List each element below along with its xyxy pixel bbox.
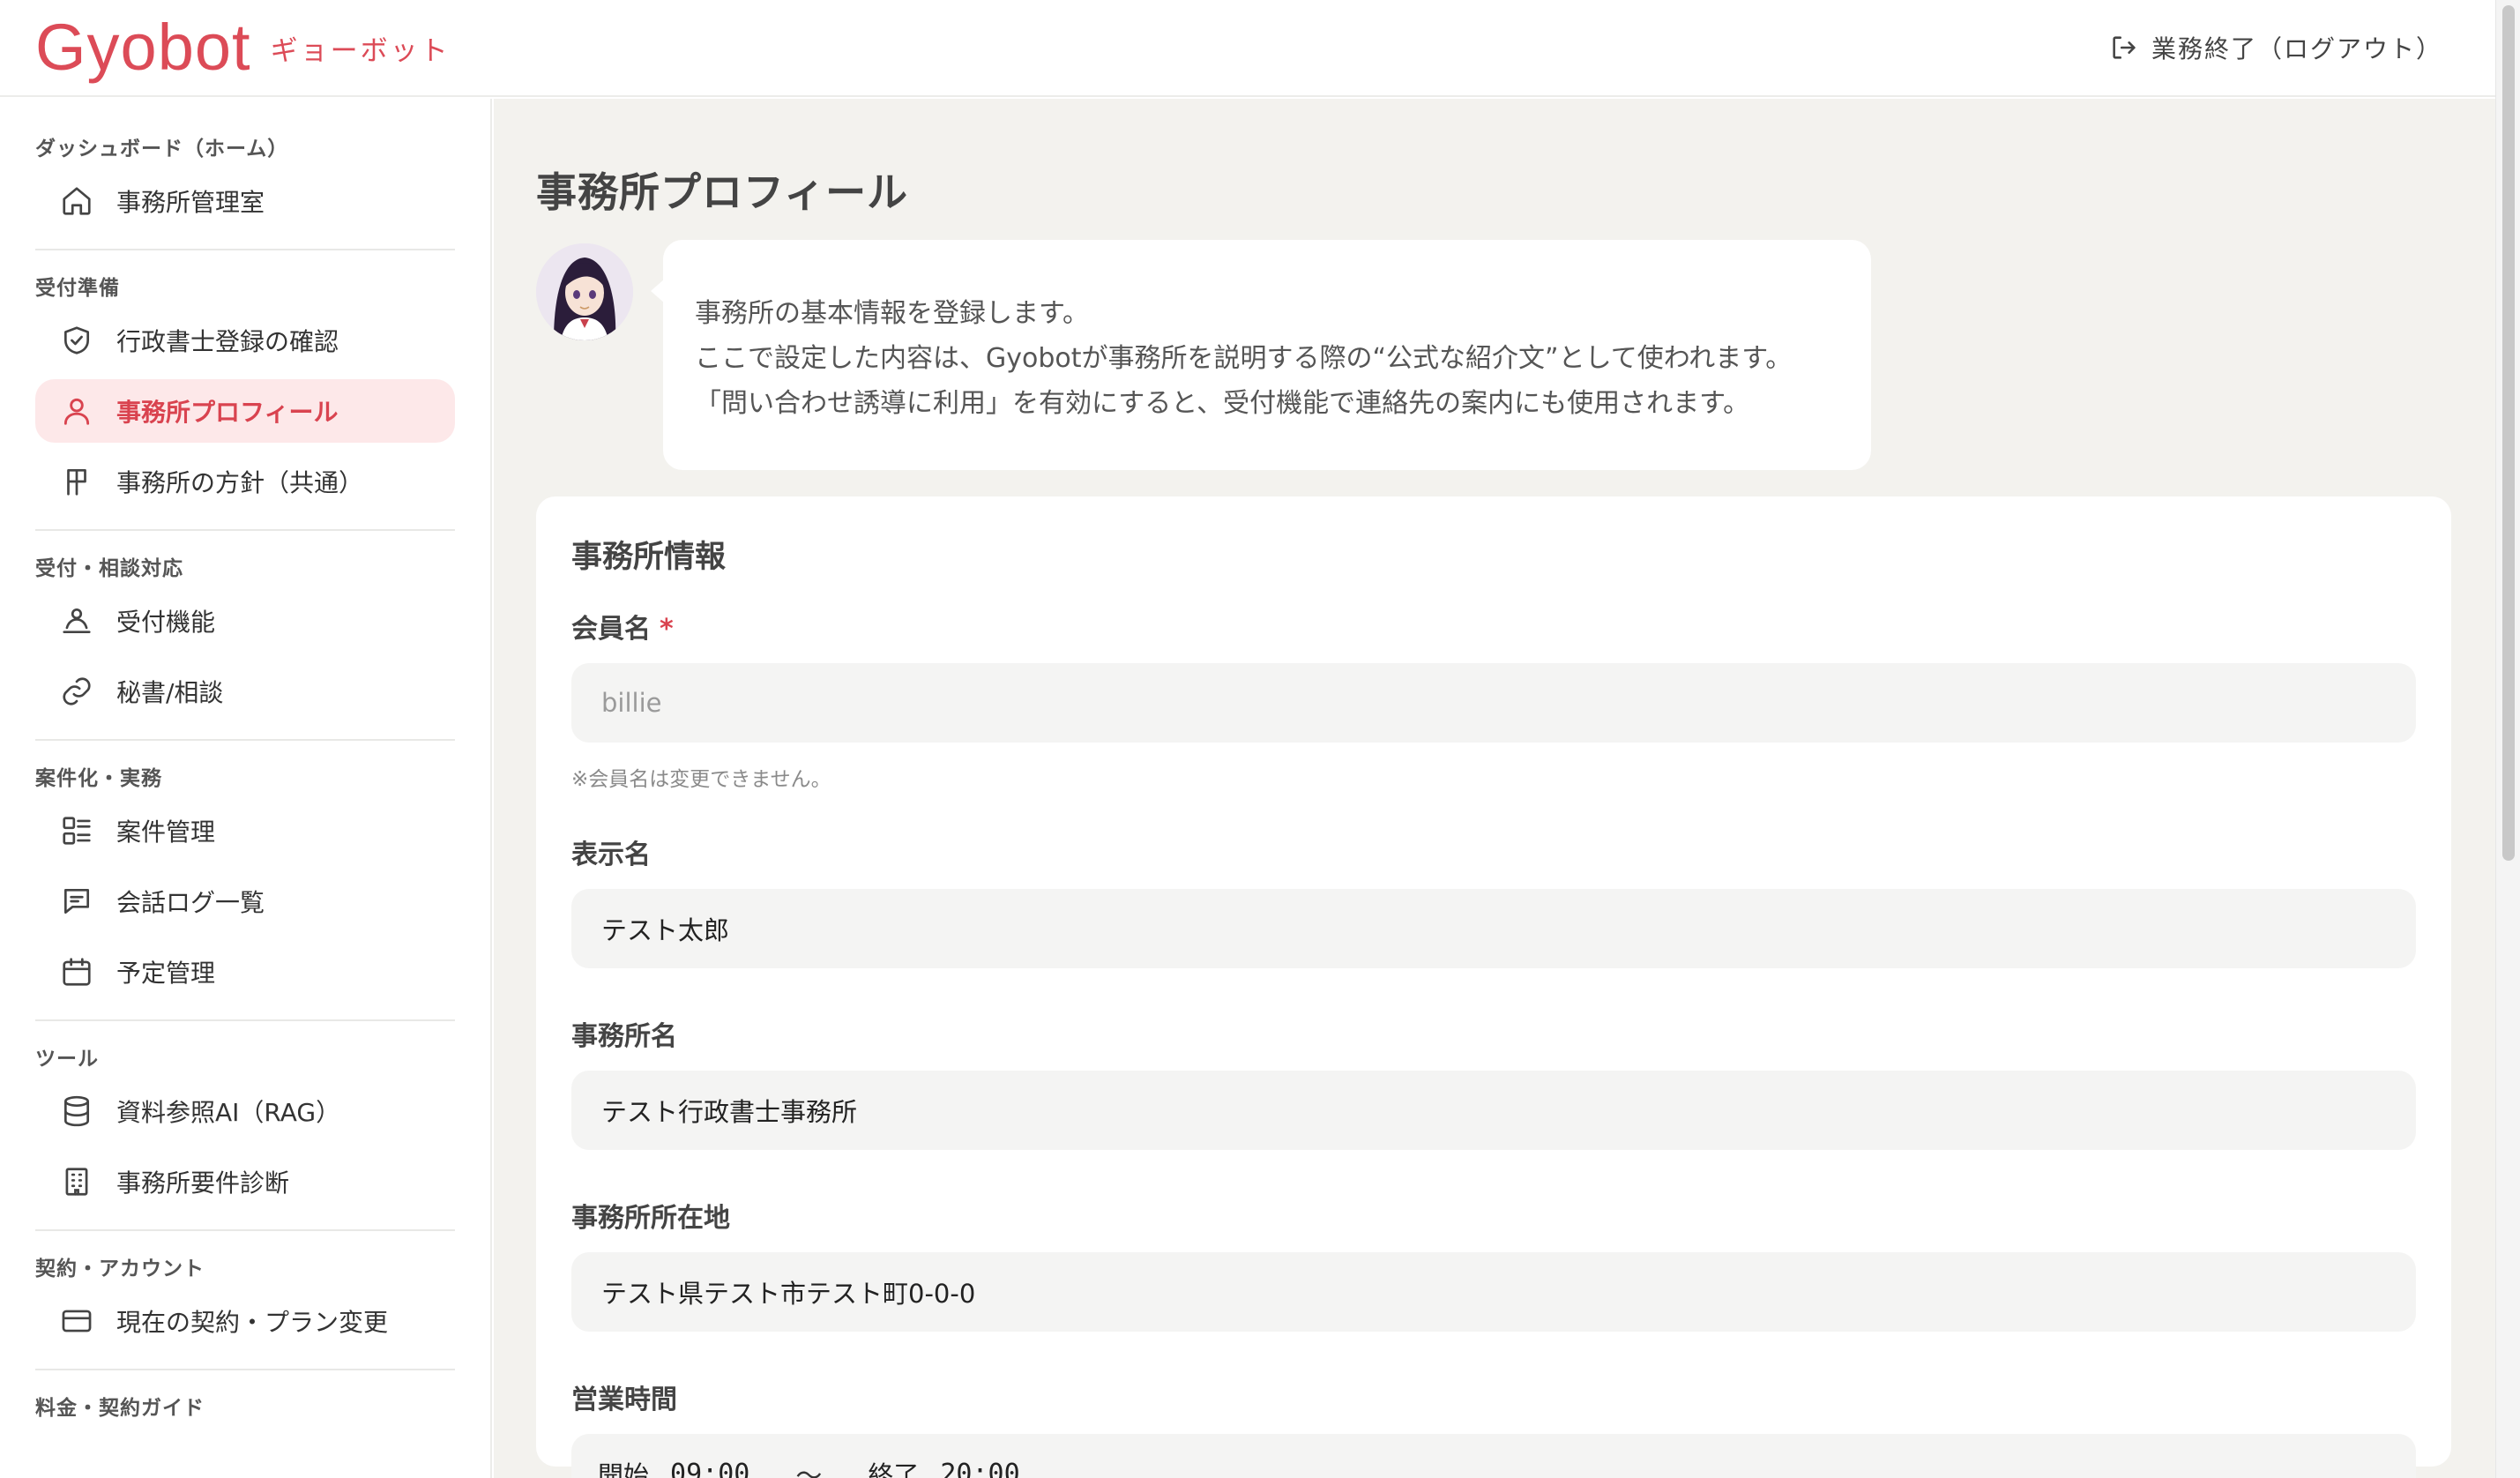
sidebar-item-chat-logs[interactable]: 会話ログ一覧 [35, 870, 455, 933]
sidebar-item-diagnosis[interactable]: 事務所要件診断 [35, 1150, 455, 1213]
business-hours-row: 開始 09:00 〜 終了 20:00 [571, 1434, 2416, 1478]
end-label: 終了 [868, 1460, 920, 1478]
logout-icon [2113, 36, 2136, 59]
office-info-card: 事務所情報 会員名 * billie ※会員名は変更できません。 表示名 テスト太… [536, 496, 2451, 1478]
required-mark: * [660, 614, 674, 645]
page-scrollbar[interactable] [2495, 0, 2520, 1478]
logout-label: 業務終了（ログアウト） [2151, 34, 2442, 63]
database-icon [63, 1095, 90, 1127]
office-name-label: 事務所名 [571, 1021, 677, 1052]
sidebar-divider [35, 1019, 455, 1021]
brand-logo: Gyobot [35, 11, 251, 84]
page-title: 事務所プロフィール [536, 168, 909, 216]
calendar-icon [63, 958, 91, 986]
building-icon [65, 1168, 88, 1196]
main-content: 事務所プロフィール 事務所の基本情報を登録します。 ここで設定した内容は、Gyo [494, 99, 2495, 1478]
intro-message: 事務所の基本情報を登録します。 ここで設定した内容は、Gyobotが事務所を説明… [536, 240, 2453, 470]
top-header: Gyobot ギョーボット 業務終了（ログアウト） [0, 0, 2495, 97]
sidebar-divider [35, 249, 455, 250]
sidebar-item-office-profile[interactable]: 事務所プロフィール [35, 379, 455, 443]
sidebar-item-label: 事務所の方針（共通） [116, 468, 364, 497]
sidebar-item-label: 事務所プロフィール [116, 398, 339, 427]
sidebar-item-rag[interactable]: 資料参照AI（RAG） [35, 1079, 455, 1143]
brand-subtitle: ギョーボット [270, 34, 451, 67]
member-name-field: billie [571, 663, 2416, 743]
section-label-prep: 受付準備 [35, 277, 120, 300]
credit-card-icon [62, 1310, 92, 1332]
end-time-input[interactable]: 20:00 [940, 1459, 1019, 1478]
receptionist-icon [63, 608, 91, 634]
business-hours-label: 営業時間 [571, 1385, 677, 1415]
sidebar-divider [35, 529, 455, 531]
sidebar-item-label: 事務所要件診断 [116, 1168, 290, 1198]
sidebar-item-label: 行政書士登録の確認 [116, 327, 339, 356]
sidebar-divider [35, 739, 455, 741]
start-time-input[interactable]: 09:00 [670, 1459, 749, 1478]
section-label-contract: 契約・アカウント [35, 1258, 205, 1280]
sidebar-item-label: 事務所管理室 [116, 188, 265, 217]
sidebar-item-label: 案件管理 [116, 817, 216, 847]
intro-line: 「問い合わせ誘導に利用」を有効にすると、受付機能で連絡先の案内にも使用されます。 [695, 388, 1750, 419]
app-root: Gyobot ギョーボット 業務終了（ログアウト） ダッシュボード（ホーム） 事… [0, 0, 2520, 1478]
sidebar-item-label: 資料参照AI（RAG） [116, 1098, 341, 1127]
sidebar: ダッシュボード（ホーム） 事務所管理室 受付準備 行政書士登録の確認 事務所プロ… [0, 99, 492, 1478]
assistant-avatar-image [536, 243, 633, 340]
logout-button[interactable]: 業務終了（ログアウト） [2109, 30, 2442, 65]
member-name-label-text: 会員名 [571, 614, 651, 645]
sidebar-item-label: 秘書/相談 [116, 678, 224, 707]
user-icon [63, 398, 90, 425]
sidebar-item-secretary[interactable]: 秘書/相談 [35, 660, 455, 723]
shield-check-icon [63, 326, 90, 355]
sidebar-divider [35, 1369, 455, 1370]
sidebar-item-office-policy[interactable]: 事務所の方針（共通） [35, 450, 455, 513]
sidebar-item-office-room[interactable]: 事務所管理室 [35, 169, 455, 233]
office-name-field[interactable]: テスト行政書士事務所 [571, 1071, 2416, 1150]
intro-line: 事務所の基本情報を登録します。 [695, 298, 1089, 329]
assistant-avatar [536, 243, 633, 340]
chat-icon [63, 888, 90, 914]
sidebar-item-label: 受付機能 [116, 608, 216, 637]
sidebar-item-label: 現在の契約・プラン変更 [116, 1308, 389, 1337]
intro-bubble: 事務所の基本情報を登録します。 ここで設定した内容は、Gyobotが事務所を説明… [651, 240, 1871, 470]
sidebar-divider [35, 1229, 455, 1231]
start-label: 開始 [598, 1460, 650, 1478]
section-label-dashboard: ダッシュボード（ホーム） [35, 138, 289, 160]
section-label-pricing-guide[interactable]: 料金・契約ガイド [35, 1393, 455, 1423]
sidebar-item-label: 予定管理 [116, 959, 216, 988]
signpost-icon [67, 468, 86, 496]
section-label-tools: ツール [35, 1048, 99, 1071]
sidebar-item-plan[interactable]: 現在の契約・プラン変更 [35, 1289, 455, 1353]
brand[interactable]: Gyobot ギョーボット [35, 15, 451, 80]
card-title: 事務所情報 [571, 540, 727, 575]
scrollbar-thumb[interactable] [2502, 5, 2515, 861]
sidebar-item-reception[interactable]: 受付機能 [35, 589, 455, 653]
member-name-label: 会員名 * [571, 607, 2416, 646]
member-name-note: ※会員名は変更できません。 [571, 768, 831, 791]
office-address-field[interactable]: テスト県テスト市テスト町0-0-0 [571, 1252, 2416, 1332]
sidebar-item-schedule[interactable]: 予定管理 [35, 940, 455, 1004]
display-name-label: 表示名 [571, 840, 651, 870]
office-address-label: 事務所所在地 [571, 1203, 730, 1234]
display-name-field[interactable]: テスト太郎 [571, 889, 2416, 968]
time-separator: 〜 [795, 1461, 823, 1478]
section-label-cases: 案件化・実務 [35, 767, 162, 790]
section-label-reception: 受付・相談対応 [35, 557, 183, 580]
sidebar-item-label: 会話ログ一覧 [116, 888, 265, 917]
home-icon [63, 187, 91, 215]
list-icon [63, 817, 91, 845]
intro-line: ここで設定した内容は、Gyobotが事務所を説明する際の“公式な紹介文”として使… [695, 343, 1793, 374]
sidebar-item-case-management[interactable]: 案件管理 [35, 799, 455, 862]
sidebar-item-registration-check[interactable]: 行政書士登録の確認 [35, 309, 455, 372]
link-icon [63, 677, 91, 705]
